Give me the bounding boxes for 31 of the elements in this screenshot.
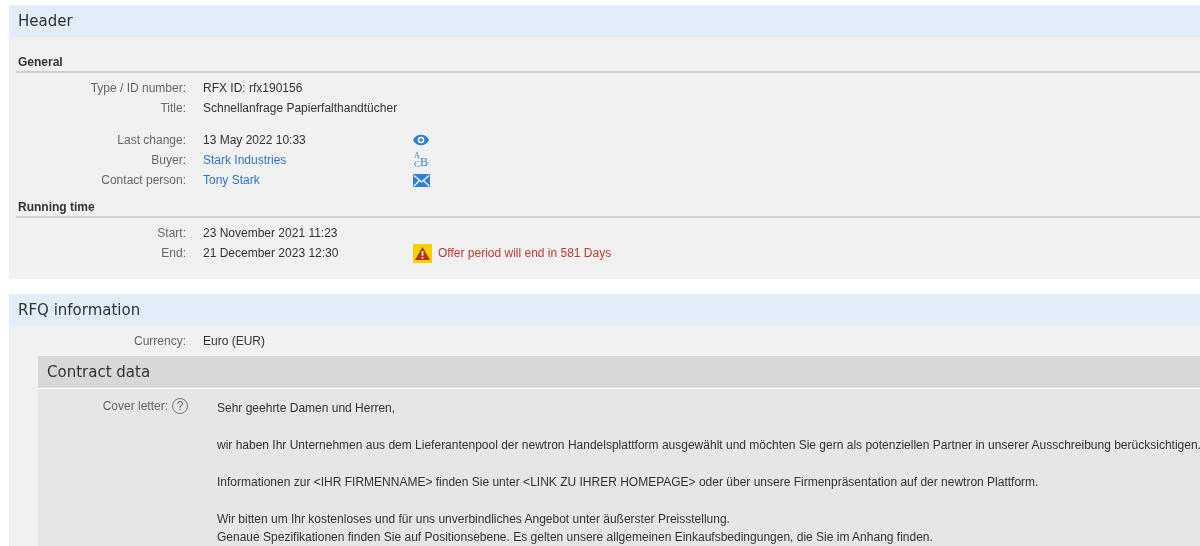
subsection-title: General (18, 55, 64, 71)
field-label: Buyer: (150, 153, 186, 167)
field-label: Contact person: (100, 173, 186, 187)
warning-icon (413, 243, 432, 263)
field-label: Cover letter: (102, 399, 168, 413)
field-value: 13 May 2022 10:33 (203, 133, 307, 147)
letter-text: Wir bitten um Ihr kostenloses und für uns unverbindliches Angebot unter äußerster Preisstellung. (217, 511, 731, 528)
letter-text: wir haben Ihr Unternehmen aus dem Lieferantenpool der newtron Handelsplattform ausgewählt und möchten Sie gern als potenziellen Partner in unserer Ausschreibung berücksichtigen. (217, 437, 1200, 454)
field-value: 21 December 2023 12:30 (203, 246, 340, 260)
section-header: RFQ information (9, 294, 1200, 326)
field-label: Start: (156, 226, 186, 240)
eye-icon[interactable] (413, 134, 429, 146)
field-value: 23 November 2021 11:23 (203, 226, 339, 240)
warning-message: Offer period will end in 581 Days (438, 246, 612, 260)
field-label: Last change: (116, 133, 186, 147)
field-label: End: (160, 246, 186, 260)
field-label: Currency: (133, 334, 186, 348)
value-link[interactable]: Tony Stark (203, 173, 413, 187)
field-value: Schnellanfrage Papierfalthandtücher (203, 101, 399, 115)
field-value: Euro (EUR) (203, 334, 266, 348)
field-value: RFX ID: rfx190156 (203, 81, 304, 95)
field-label: Type / ID number: (89, 81, 186, 95)
letter-text: Sehr geehrte Damen und Herren, (217, 400, 397, 417)
value-link[interactable]: Stark Industries (203, 153, 413, 167)
mail-icon[interactable] (413, 173, 430, 187)
subsection-title: Running time (18, 200, 96, 216)
section-header: Contract data (38, 356, 1200, 389)
letter-text: Informationen zur <IHR FIRMENNAME> finden Sie unter <LINK ZU IHRER HOMEPAGE> oder über unsere Firmenpräsentation auf der newtron Plattform. (217, 474, 1040, 491)
field-label: Title: (159, 101, 186, 115)
letter-text: Genaue Spezifikationen finden Sie auf Positionsebene. Es gelten unsere allgemeinen Einkaufsbedingungen, die Sie im Anhang finden. (217, 529, 934, 546)
section-header: Header (9, 5, 1200, 37)
